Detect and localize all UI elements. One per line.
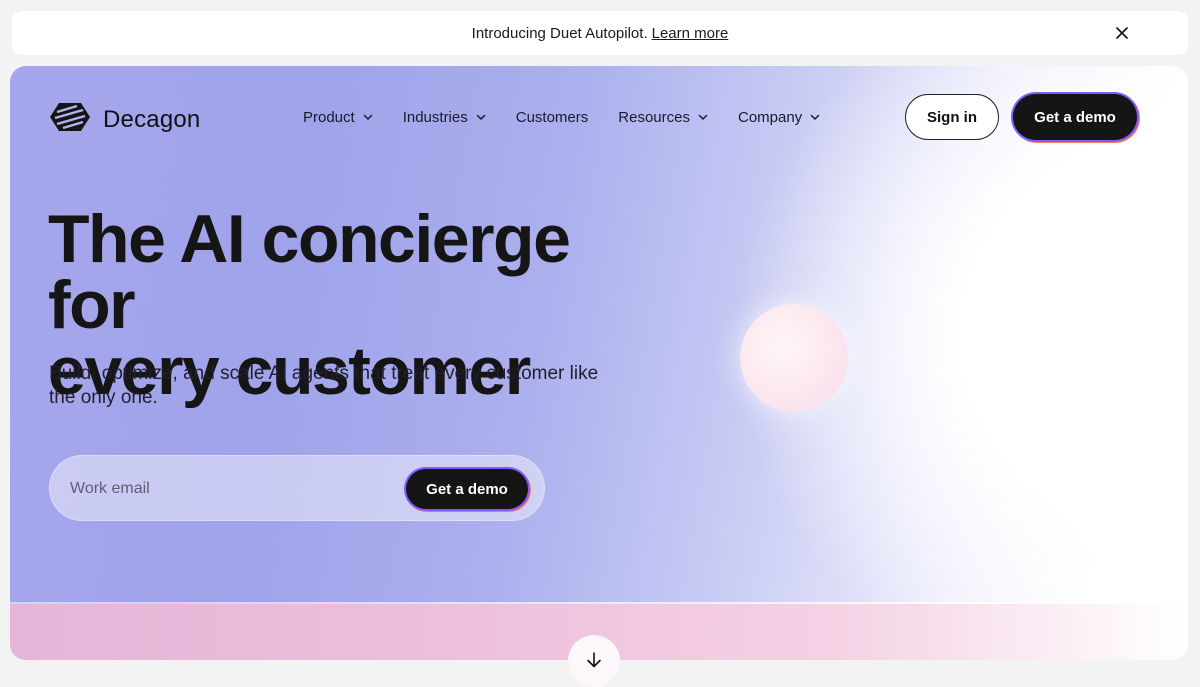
nav-item-product[interactable]: Product xyxy=(288,105,388,129)
decagon-logo-icon xyxy=(49,101,91,138)
email-signup-form: Get a demo xyxy=(49,455,545,521)
main-nav: Product Industries Customers Resources C… xyxy=(288,105,835,129)
announcement-bar: Introducing Duet Autopilot. Learn more xyxy=(12,11,1188,55)
nav-item-label: Customers xyxy=(515,108,589,126)
learn-more-link[interactable]: Learn more xyxy=(652,25,729,42)
arrow-down-icon xyxy=(585,651,603,674)
get-demo-button[interactable]: Get a demo xyxy=(1013,94,1137,140)
chevron-down-icon xyxy=(363,109,373,126)
chevron-down-icon xyxy=(698,109,708,126)
form-get-demo-button[interactable]: Get a demo xyxy=(406,469,528,509)
announcement-text: Introducing Duet Autopilot. xyxy=(471,24,648,42)
moon-decoration xyxy=(740,304,848,412)
nav-item-industries[interactable]: Industries xyxy=(388,105,501,129)
chevron-down-icon xyxy=(810,109,820,126)
scroll-down-button[interactable] xyxy=(568,635,620,687)
nav-item-label: Product xyxy=(303,108,355,126)
nav-item-customers[interactable]: Customers xyxy=(501,105,604,129)
nav-item-label: Industries xyxy=(402,108,468,126)
brand-logo[interactable]: Decagon xyxy=(49,101,200,138)
hero-title-line1: The AI concierge for xyxy=(48,201,571,343)
hero-subtitle: Build, optimize, and scale AI agents tha… xyxy=(49,363,599,408)
hero-section: Decagon Product Industries Customers Res… xyxy=(10,66,1188,660)
nav-item-company[interactable]: Company xyxy=(723,105,835,129)
nav-item-label: Company xyxy=(737,108,803,126)
nav-item-resources[interactable]: Resources xyxy=(603,105,723,129)
chevron-down-icon xyxy=(476,109,486,126)
nav-item-label: Resources xyxy=(618,108,690,126)
work-email-input[interactable] xyxy=(70,470,390,508)
close-icon[interactable] xyxy=(1112,23,1132,43)
sign-in-button[interactable]: Sign in xyxy=(905,94,999,140)
brand-name: Decagon xyxy=(103,105,201,133)
